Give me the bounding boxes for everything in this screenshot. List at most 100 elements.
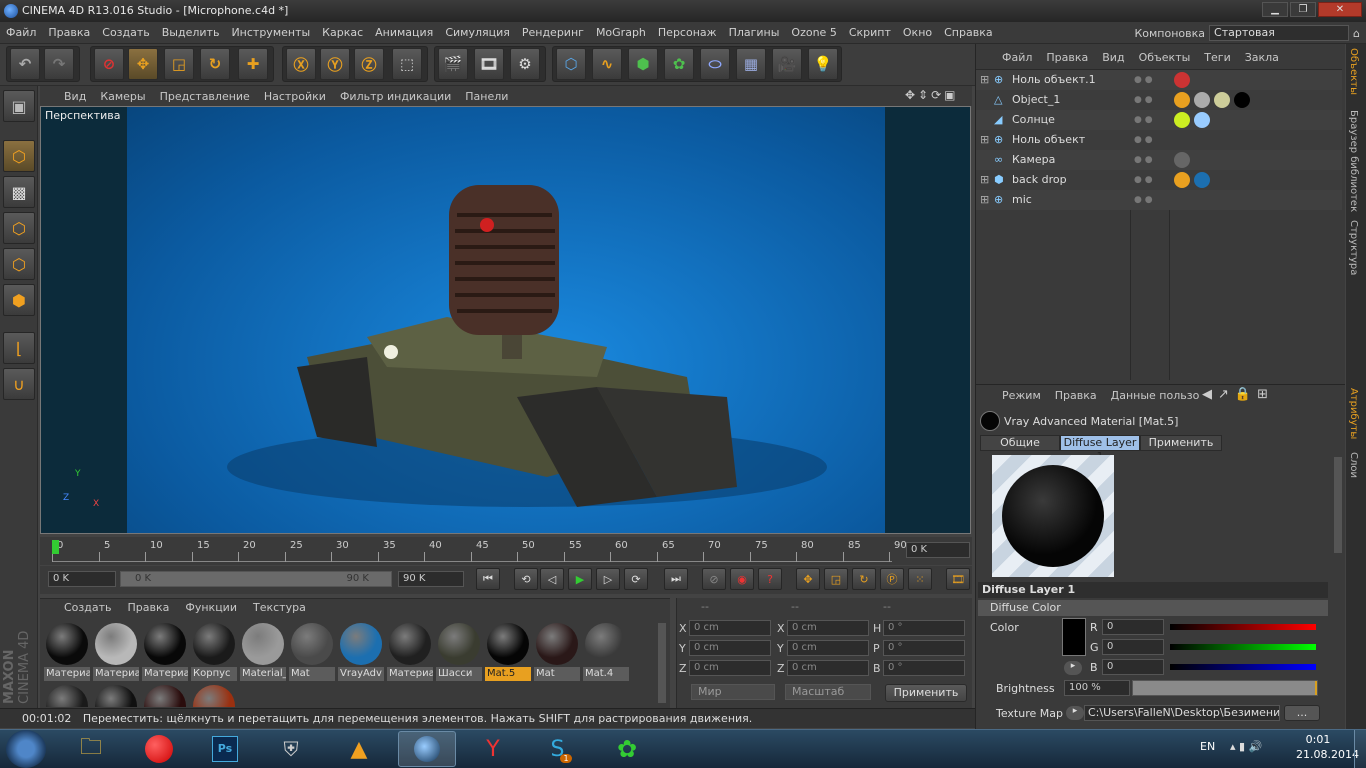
menu-item-13[interactable]: Скрипт	[849, 26, 891, 39]
tag-icon[interactable]	[1174, 72, 1190, 88]
object-menu-item-5[interactable]: Закла	[1245, 48, 1279, 68]
menu-item-10[interactable]: Персонаж	[658, 26, 717, 39]
attribute-menu-item-1[interactable]: Правка	[1055, 389, 1097, 402]
visibility-dots[interactable]: ● ●	[1134, 90, 1153, 110]
deformer-icon[interactable]: ⬭	[700, 48, 730, 80]
side-tab-layers[interactable]: Слои	[1348, 452, 1359, 478]
tag-icon[interactable]	[1194, 112, 1210, 128]
material-menu-item-3[interactable]: Текстура	[253, 601, 306, 614]
r-field[interactable]: 0	[1102, 619, 1164, 635]
tag-icon[interactable]	[1194, 172, 1210, 188]
rotate-tool-icon[interactable]: ↻	[200, 48, 230, 80]
tag-icon[interactable]	[1174, 112, 1190, 128]
photoshop-icon[interactable]: Ps	[196, 731, 254, 767]
material-swatch[interactable]: Материа	[93, 621, 139, 681]
material-swatch[interactable]: Материа	[387, 621, 433, 681]
tray-icons[interactable]: ▴ ▮ 🔊	[1230, 740, 1262, 753]
object-menu-item-3[interactable]: Объекты	[1139, 48, 1191, 68]
texture-browse-button[interactable]: ...	[1284, 705, 1320, 721]
previous-key-icon[interactable]: ⟲	[514, 568, 538, 590]
skype-icon[interactable]: S1	[532, 731, 590, 767]
end-frame-field[interactable]: 90 K	[398, 571, 464, 587]
expand-icon[interactable]: ⊞	[980, 130, 989, 150]
tag-icon[interactable]	[1174, 152, 1190, 168]
side-tab-structure[interactable]: Структура	[1348, 220, 1359, 275]
coord-value-field[interactable]: 0 °	[883, 640, 965, 656]
attribute-menu-item-2[interactable]: Данные пользо	[1111, 389, 1200, 402]
edges-mode-icon[interactable]: ⬡	[3, 248, 35, 280]
material-scrollbar[interactable]	[658, 623, 666, 703]
material-swatch[interactable]: Материа	[142, 621, 188, 681]
menu-item-6[interactable]: Анимация	[375, 26, 433, 39]
visibility-dots[interactable]: ● ●	[1134, 190, 1153, 210]
model-mode-icon[interactable]: ⬡	[3, 140, 35, 172]
make-editable-icon[interactable]: ▣	[3, 90, 35, 122]
viewport-menu-item-5[interactable]: Панели	[465, 90, 508, 103]
floor-icon[interactable]: ▦	[736, 48, 766, 80]
object-row[interactable]: ◢ Солнце ● ●	[976, 110, 1342, 130]
material-swatch[interactable]: VrayAdv	[338, 621, 384, 681]
menu-item-1[interactable]: Правка	[48, 26, 90, 39]
spline-icon[interactable]: ∿	[592, 48, 622, 80]
menu-item-0[interactable]: Файл	[6, 26, 36, 39]
autokey-icon[interactable]: ?	[758, 568, 782, 590]
viewport-perspective[interactable]: Перспектива Y Z X	[40, 106, 971, 534]
previous-frame-icon[interactable]: ◁	[540, 568, 564, 590]
render-settings-icon[interactable]: ⚙	[510, 48, 540, 80]
coord-scale-select[interactable]: Масштаб	[785, 684, 871, 700]
coord-value-field[interactable]: 0 cm	[787, 640, 869, 656]
menu-item-14[interactable]: Окно	[903, 26, 932, 39]
tab-general[interactable]: Общие	[980, 435, 1060, 451]
minimize-button[interactable]: ▁	[1262, 2, 1288, 17]
menu-item-2[interactable]: Создать	[102, 26, 150, 39]
key-pla-icon[interactable]: ⁙	[908, 568, 932, 590]
menu-item-4[interactable]: Инструменты	[231, 26, 310, 39]
b-slider[interactable]	[1170, 664, 1316, 670]
timeline-playhead[interactable]	[52, 540, 59, 554]
color-swatch[interactable]	[1062, 618, 1086, 656]
material-swatch[interactable]: Материа	[44, 621, 90, 681]
material-swatch[interactable]: Material_	[240, 621, 286, 681]
material-preview[interactable]	[992, 455, 1114, 577]
g-slider[interactable]	[1170, 644, 1316, 650]
nurbs-icon[interactable]: ⬢	[628, 48, 658, 80]
object-row[interactable]: ⊞ ⬢ back drop ● ●	[976, 170, 1342, 190]
object-row[interactable]: ⊞ ⊕ Ноль объект ● ●	[976, 130, 1342, 150]
language-indicator[interactable]: EN	[1200, 740, 1215, 753]
viewport-menu-item-2[interactable]: Представление	[160, 90, 250, 103]
diffuse-color-heading[interactable]: Diffuse Color	[978, 600, 1328, 616]
coord-value-field[interactable]: 0 °	[883, 620, 965, 636]
object-menu-item-2[interactable]: Вид	[1102, 48, 1124, 68]
range-slider[interactable]: 0 K 90 K	[120, 571, 392, 587]
menu-item-7[interactable]: Симуляция	[445, 26, 510, 39]
attribute-menu-item-0[interactable]: Режим	[1002, 389, 1041, 402]
visibility-dots[interactable]: ● ●	[1134, 130, 1153, 150]
coordinate-system-icon[interactable]: ⬚	[392, 48, 422, 80]
array-icon[interactable]: ✿	[664, 48, 694, 80]
clock[interactable]: 0:01 21.08.2014	[1296, 733, 1359, 761]
object-menu-item-0[interactable]: Файл	[1002, 48, 1032, 68]
maximize-button[interactable]: ❐	[1290, 2, 1316, 17]
coord-value-field[interactable]: 0 cm	[689, 640, 771, 656]
material-menu-item-1[interactable]: Правка	[128, 601, 170, 614]
texture-path-field[interactable]: C:\Users\FalleN\Desktop\Безимени-1.p	[1084, 705, 1280, 721]
key-rotation-icon[interactable]: ↻	[852, 568, 876, 590]
attribute-scrollbar[interactable]	[1334, 457, 1342, 553]
coord-value-field[interactable]: 0 cm	[787, 620, 869, 636]
attribute-nav-icons[interactable]: ◀↗🔒⊞	[1202, 387, 1274, 402]
render-picture-viewer-icon[interactable]: 🎞	[474, 48, 504, 80]
layout-icon[interactable]: ⌂	[1353, 27, 1360, 40]
material-menu-item-2[interactable]: Функции	[185, 601, 237, 614]
menu-item-8[interactable]: Рендеринг	[522, 26, 584, 39]
key-param-icon[interactable]: Ⓟ	[880, 568, 904, 590]
snap-icon[interactable]: ∪	[3, 368, 35, 400]
g-field[interactable]: 0	[1102, 639, 1164, 655]
material-swatch[interactable]	[142, 683, 188, 707]
coord-mode-select[interactable]: Мир	[691, 684, 775, 700]
viewport-nav-icons[interactable]: ✥⇕⟳▣	[905, 88, 959, 102]
material-swatch[interactable]: Mat.5	[485, 621, 531, 681]
menu-item-15[interactable]: Справка	[944, 26, 992, 39]
visibility-dots[interactable]: ● ●	[1134, 170, 1153, 190]
object-row[interactable]: △ Object_1 ● ●	[976, 90, 1342, 110]
current-frame-field[interactable]: 0 K	[906, 542, 970, 558]
